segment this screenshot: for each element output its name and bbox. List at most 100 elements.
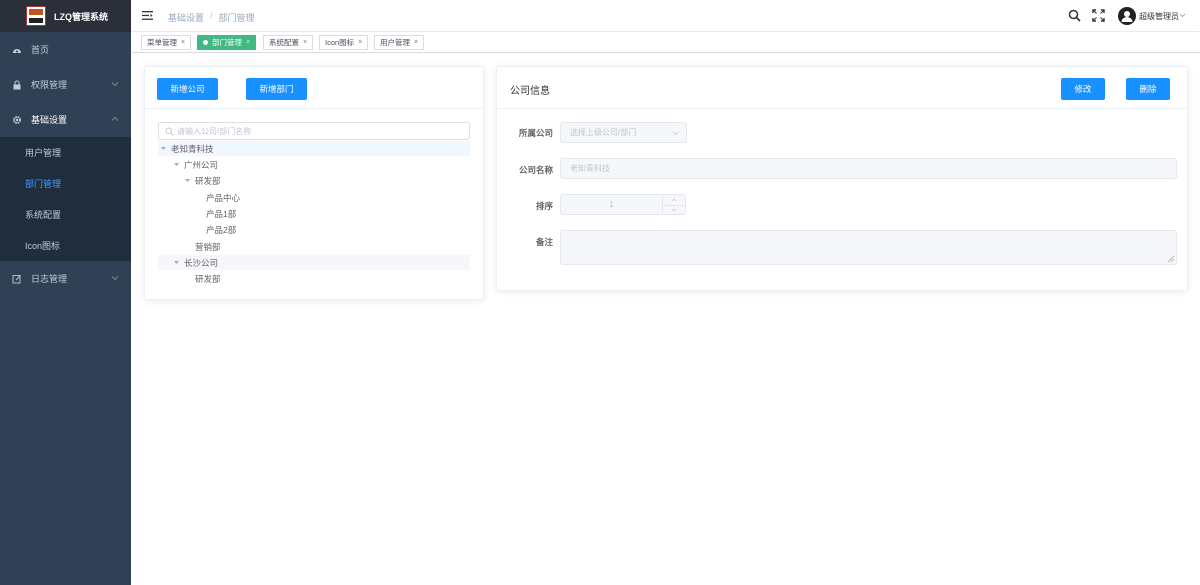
chevron-down-icon [672, 131, 679, 136]
company-name-field[interactable]: 老知青科技 [560, 158, 1177, 179]
card-divider [497, 108, 1187, 109]
sidebar-item-logs[interactable]: 日志管理 [0, 261, 131, 296]
sidebar-item-label: 首页 [31, 45, 50, 55]
chevron-up-icon [111, 116, 119, 121]
tree-node[interactable]: 营销部 [158, 239, 470, 254]
tag-menu-management[interactable]: 菜单管理 × [141, 35, 192, 50]
remark-label: 备注 [535, 237, 553, 247]
tag-label: 用户管理 [380, 38, 410, 47]
tree-search[interactable] [158, 122, 470, 140]
chevron-down-icon[interactable] [1179, 12, 1186, 19]
search-icon[interactable] [1068, 9, 1081, 22]
hamburger-icon[interactable] [142, 10, 153, 21]
breadcrumb-item-current: 部门管理 [218, 13, 255, 23]
chevron-down-icon [111, 276, 119, 281]
tree-search-input[interactable] [177, 124, 462, 138]
tag-icons[interactable]: Icon图标 × [319, 35, 369, 50]
tree-node-label: 长沙公司 [184, 257, 219, 268]
edit-button[interactable]: 修改 [1061, 78, 1105, 100]
close-icon[interactable]: × [246, 39, 250, 46]
tree-node[interactable]: 产品2部 [158, 222, 470, 237]
active-dot-icon [203, 40, 208, 45]
tree-node[interactable]: 研发部 [158, 173, 470, 188]
increment-button[interactable] [663, 195, 685, 205]
breadcrumb-separator: / [210, 11, 213, 21]
close-icon[interactable]: × [303, 39, 307, 46]
caret-down-icon[interactable] [173, 161, 180, 168]
search-icon [165, 127, 174, 136]
close-icon[interactable]: × [181, 39, 185, 46]
tree-node[interactable]: 长沙公司 [158, 255, 470, 270]
tag-system-config[interactable]: 系统配置 × [263, 35, 314, 50]
decrement-button[interactable] [663, 204, 685, 215]
lock-icon [12, 80, 22, 90]
sidebar-item-icons[interactable]: Icon图标 [0, 230, 131, 261]
resize-grip-icon[interactable] [1168, 256, 1174, 262]
tree-node-label: 营销部 [195, 241, 221, 252]
sidebar-item-label: Icon图标 [25, 241, 61, 251]
sidebar-item-label: 基础设置 [31, 115, 68, 125]
caret-down-icon[interactable] [173, 259, 180, 266]
remark-textarea[interactable] [560, 230, 1177, 265]
close-icon[interactable]: × [358, 39, 362, 46]
tree-node-label: 广州公司 [184, 159, 219, 170]
avatar[interactable] [1118, 7, 1136, 25]
add-department-button[interactable]: 新增部门 [246, 78, 307, 100]
sidebar-item-home[interactable]: 首页 [0, 32, 131, 67]
fullscreen-icon[interactable] [1092, 9, 1105, 22]
department-tree-card: 新增公司 新增部门 老知青科技 广州公司 研发部 产品中心 产品1部 产品2部 [144, 66, 484, 300]
sidebar-item-label: 部门管理 [25, 179, 62, 189]
tree-node[interactable]: 研发部 [158, 271, 470, 286]
logo-image [26, 6, 46, 26]
main-content: 新增公司 新增部门 老知青科技 广州公司 研发部 产品中心 产品1部 产品2部 [131, 53, 1200, 585]
tag-label: 系统配置 [269, 38, 299, 47]
logo-bar: LZQ管理系统 [0, 0, 131, 32]
submenu-basic-settings: 用户管理 部门管理 系统配置 Icon图标 [0, 137, 131, 261]
select-placeholder: 选择上级公司/部门 [570, 128, 637, 137]
tag-label: 部门管理 [212, 38, 242, 47]
sidebar-item-label: 日志管理 [31, 274, 68, 284]
tree-node-label: 研发部 [195, 273, 221, 284]
caret-down-icon[interactable] [160, 145, 167, 152]
tag-user-management[interactable]: 用户管理 × [374, 35, 425, 50]
card-title: 公司信息 [510, 86, 550, 97]
tree-node-label: 产品中心 [206, 192, 241, 203]
tree-node[interactable]: 产品中心 [158, 190, 470, 205]
tree-node-label: 产品2部 [206, 224, 237, 235]
caret-down-icon[interactable] [184, 177, 191, 184]
tree-node[interactable]: 老知青科技 [158, 141, 470, 156]
chevron-down-icon [111, 82, 119, 87]
parent-company-label: 所属公司 [518, 128, 553, 138]
dashboard-icon [12, 45, 22, 55]
company-name-label: 公司名称 [518, 165, 553, 175]
sidebar-item-label: 权限管理 [31, 80, 68, 90]
stepper-buttons [662, 195, 685, 214]
sort-value: 1 [609, 200, 614, 209]
close-icon[interactable]: × [414, 39, 418, 46]
sidebar-item-users[interactable]: 用户管理 [0, 137, 131, 168]
delete-button[interactable]: 删除 [1126, 78, 1170, 100]
sidebar-item-permission[interactable]: 权限管理 [0, 67, 131, 102]
tag-label: Icon图标 [325, 38, 355, 47]
add-company-button[interactable]: 新增公司 [157, 78, 218, 100]
sidebar-item-departments[interactable]: 部门管理 [0, 168, 131, 199]
gear-icon [12, 115, 22, 125]
chevron-up-icon [671, 198, 677, 201]
sidebar-item-label: 用户管理 [25, 148, 62, 158]
tree-node-label: 产品1部 [206, 208, 237, 219]
tree-node-label: 老知青科技 [171, 143, 214, 154]
breadcrumb-item[interactable]: 基础设置 [168, 11, 204, 24]
sort-stepper[interactable]: 1 [560, 194, 686, 215]
tag-department-management[interactable]: 部门管理 × [197, 35, 257, 50]
tree-node[interactable]: 广州公司 [158, 157, 470, 172]
tree-node[interactable]: 产品1部 [158, 206, 470, 221]
top-header: 基础设置 / 部门管理 超级管理员 [131, 0, 1200, 32]
sort-label: 排序 [535, 201, 553, 211]
parent-company-select[interactable]: 选择上级公司/部门 [560, 122, 687, 143]
sidebar-item-system-config[interactable]: 系统配置 [0, 199, 131, 230]
sidebar-item-basic-settings[interactable]: 基础设置 [0, 102, 131, 137]
app-title: LZQ管理系统 [54, 11, 108, 22]
username[interactable]: 超级管理员 [1139, 11, 1179, 22]
sidebar: LZQ管理系统 首页 权限管理 基础设置 用户管理 部门管理 系统配置 Icon… [0, 0, 131, 585]
edit-icon [12, 274, 22, 284]
